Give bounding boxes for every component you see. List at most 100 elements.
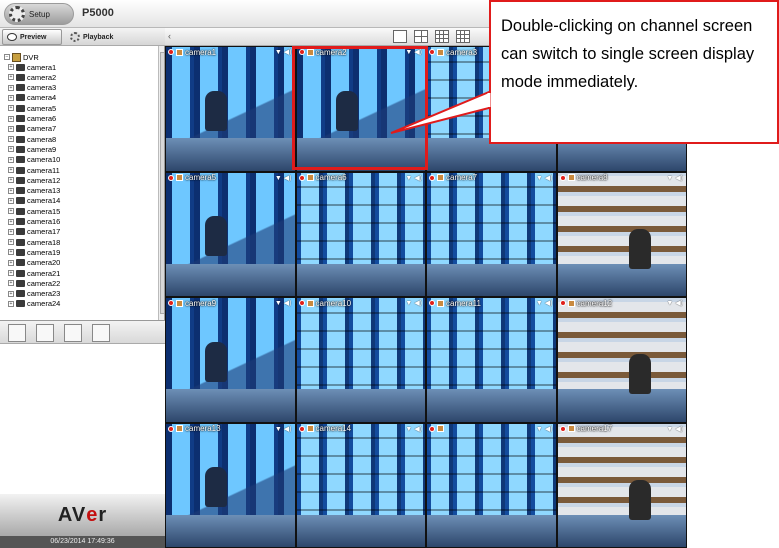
expand-icon[interactable]: + — [8, 125, 14, 132]
channel-view[interactable]: camera1 ▼ ◀) — [165, 46, 296, 172]
expand-icon[interactable]: + — [8, 239, 14, 246]
layout-9-button[interactable] — [435, 30, 449, 43]
tree-item-camera[interactable]: + camera10 — [8, 155, 60, 165]
print-icon[interactable] — [92, 324, 110, 342]
collapse-panel-icon[interactable]: ‹ — [168, 31, 171, 41]
tree-root-dvr[interactable]: − DVR — [4, 52, 39, 62]
channel-view[interactable]: camera6 ▼ ◀) — [295, 171, 426, 297]
expand-icon[interactable]: + — [8, 249, 14, 256]
camera-icon — [16, 279, 25, 287]
channel-icon — [176, 48, 183, 56]
channel-view[interactable]: camera14 ▼ ◀) — [295, 422, 426, 548]
tree-item-camera[interactable]: + camera17 — [8, 227, 60, 237]
expand-icon[interactable]: + — [8, 280, 14, 287]
tool-row — [0, 320, 165, 344]
channel-highlight — [292, 46, 428, 170]
expand-icon[interactable]: + — [8, 218, 14, 225]
tree-item-camera[interactable]: + camera5 — [8, 103, 56, 113]
tree-item-camera[interactable]: + camera15 — [8, 206, 60, 216]
expand-icon[interactable]: + — [8, 105, 14, 112]
expand-icon[interactable]: + — [8, 167, 14, 173]
tree-item-label: camera9 — [27, 144, 57, 154]
expand-icon[interactable]: + — [8, 270, 14, 276]
camera-icon — [16, 84, 25, 92]
tree-item-camera[interactable]: + camera22 — [8, 278, 60, 288]
expand-icon[interactable]: + — [8, 74, 14, 81]
tree-item-camera[interactable]: + camera12 — [8, 175, 60, 185]
tree-item-camera[interactable]: + camera13 — [8, 186, 60, 196]
tree-item-camera[interactable]: + camera7 — [8, 124, 56, 134]
expand-icon[interactable]: + — [8, 197, 14, 204]
expand-icon[interactable]: + — [8, 136, 14, 143]
expand-icon[interactable]: + — [8, 208, 14, 215]
channel-view[interactable]: camera11 ▼ ◀) — [426, 297, 557, 423]
channel-view[interactable]: camera12 ▼ ◀) — [556, 297, 687, 423]
tree-item-label: camera5 — [27, 103, 57, 113]
tree-item-camera[interactable]: + camera2 — [8, 72, 56, 82]
layout-16-button[interactable] — [456, 30, 470, 43]
collapse-icon[interactable]: − — [4, 54, 10, 60]
tab-preview[interactable]: Preview — [2, 29, 62, 45]
tree-item-camera[interactable]: + camera19 — [8, 247, 60, 257]
expand-icon[interactable]: + — [8, 94, 14, 101]
person-figure — [629, 479, 652, 520]
channel-view[interactable]: camera10 ▼ ◀) — [295, 297, 426, 423]
joystick-icon[interactable] — [8, 324, 26, 342]
tree-item-camera[interactable]: + camera1 — [8, 62, 56, 72]
tree-item-camera[interactable]: + camera4 — [8, 93, 56, 103]
tree-item-camera[interactable]: + camera18 — [8, 237, 60, 247]
expand-icon[interactable]: + — [8, 187, 14, 194]
tab-playback-label: Playback — [83, 33, 114, 41]
setup-button[interactable]: Setup — [4, 3, 74, 25]
record-icon — [559, 300, 566, 306]
channel-icon — [176, 299, 183, 307]
tree-item-camera[interactable]: + camera16 — [8, 217, 60, 227]
channel-view[interactable]: camera7 ▼ ◀) — [426, 171, 557, 297]
record-icon — [429, 300, 435, 306]
layout-1-button[interactable] — [393, 30, 407, 43]
expand-icon[interactable]: + — [8, 259, 14, 266]
tree-item-camera[interactable]: + camera23 — [8, 289, 60, 299]
tree-item-camera[interactable]: + camera3 — [8, 83, 56, 93]
channel-header — [427, 424, 556, 434]
camera-icon — [16, 187, 25, 195]
channel-view[interactable]: camera9 ▼ ◀) — [165, 297, 296, 423]
expand-icon[interactable]: + — [8, 177, 14, 184]
expand-icon[interactable]: + — [8, 64, 14, 70]
channel-view[interactable]: ▼ ◀) — [426, 422, 557, 548]
channel-view[interactable]: camera5 ▼ ◀) — [165, 171, 296, 297]
expand-icon[interactable]: + — [8, 290, 14, 297]
tree-item-camera[interactable]: + camera9 — [8, 144, 56, 154]
keyboard-icon[interactable] — [64, 324, 82, 342]
tree-item-label: camera1 — [27, 62, 57, 72]
channel-view[interactable]: camera8 ▼ ◀) — [556, 171, 687, 297]
logo-accent: e — [86, 503, 99, 526]
tree-scrollbar[interactable] — [158, 46, 164, 320]
layout-4-button[interactable] — [414, 30, 428, 43]
tree-item-camera[interactable]: + camera14 — [8, 196, 60, 206]
camera-icon — [16, 176, 25, 184]
channel-header: camera6 — [297, 173, 426, 183]
camera-icon — [16, 248, 25, 256]
channel-view[interactable]: camera17 ▼ ◀) — [556, 422, 687, 548]
tree-item-label: camera24 — [27, 299, 61, 309]
tree-item-camera[interactable]: + camera21 — [8, 268, 60, 278]
expand-icon[interactable]: + — [8, 156, 14, 163]
tree-item-label: camera18 — [27, 237, 61, 247]
expand-icon[interactable]: + — [8, 115, 14, 122]
expand-icon[interactable]: + — [8, 228, 14, 235]
tab-playback[interactable]: Playback — [66, 29, 122, 45]
tree-item-camera[interactable]: + camera24 — [8, 299, 60, 309]
tree-item-camera[interactable]: + camera6 — [8, 114, 56, 124]
tree-item-camera[interactable]: + camera8 — [8, 134, 56, 144]
snapshot-icon[interactable] — [36, 324, 54, 342]
channel-view[interactable]: camera13 ▼ ◀) — [165, 422, 296, 548]
tree-item-camera[interactable]: + camera20 — [8, 258, 60, 268]
expand-icon[interactable]: + — [8, 146, 14, 153]
operator-figure — [205, 341, 228, 382]
tree-item-label: camera12 — [27, 175, 61, 185]
expand-icon[interactable]: + — [8, 300, 14, 307]
expand-icon[interactable]: + — [8, 84, 14, 91]
tree-item-camera[interactable]: + camera11 — [8, 165, 60, 175]
setup-label: Setup — [29, 9, 50, 19]
